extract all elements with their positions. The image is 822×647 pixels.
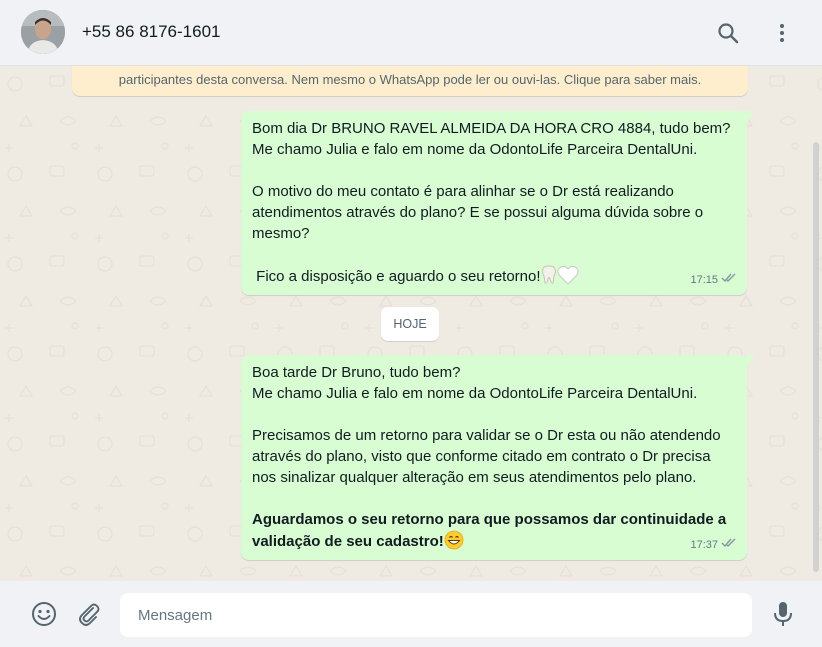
chat-header: +55 86 8176-1601	[0, 0, 822, 66]
encryption-notice[interactable]: participantes desta conversa. Nem mesmo …	[72, 66, 748, 96]
tooth-emoji	[541, 265, 557, 291]
read-ticks-icon	[721, 270, 739, 291]
chat-scrollbar[interactable]	[813, 142, 819, 572]
read-ticks-icon	[721, 535, 739, 556]
message-paragraph: O motivo do meu contato é para alinhar s…	[252, 183, 708, 242]
message-paragraph: Fico a disposição e aguardo o seu retorn…	[252, 268, 541, 285]
bubble-tail	[746, 111, 755, 123]
menu-icon[interactable]	[769, 20, 795, 46]
message-meta: 17:37	[690, 535, 739, 556]
search-icon[interactable]	[715, 20, 741, 46]
message-input[interactable]	[120, 593, 752, 637]
day-separator: HOJE	[381, 307, 439, 341]
outgoing-message-1[interactable]: Bom dia Dr BRUNO RAVEL ALMEIDA DA HORA C…	[241, 111, 755, 295]
message-paragraph: Precisamos de um retorno para validar se…	[252, 427, 725, 486]
message-bold-paragraph: Aguardamos o seu retorno para que possam…	[252, 511, 731, 550]
message-time: 17:15	[690, 274, 718, 286]
contact-name[interactable]: +55 86 8176-1601	[82, 22, 221, 42]
message-paragraph: Boa tarde Dr Bruno, tudo bem? Me chamo J…	[252, 364, 698, 402]
outgoing-message-2[interactable]: Boa tarde Dr Bruno, tudo bem? Me chamo J…	[241, 355, 755, 560]
attach-icon[interactable]	[75, 600, 103, 628]
compose-bar	[0, 581, 822, 647]
avatar[interactable]	[21, 10, 65, 54]
message-paragraph: Bom dia Dr BRUNO RAVEL ALMEIDA DA HORA C…	[252, 120, 731, 158]
bubble-tail	[746, 355, 755, 367]
emoji-icon[interactable]	[30, 600, 58, 628]
message-meta: 17:15	[690, 270, 739, 291]
mic-icon[interactable]	[769, 600, 797, 628]
grinning-emoji	[444, 530, 464, 556]
message-time: 17:37	[690, 539, 718, 551]
white-heart-emoji	[556, 265, 579, 291]
chat-area[interactable]: participantes desta conversa. Nem mesmo …	[0, 66, 822, 581]
